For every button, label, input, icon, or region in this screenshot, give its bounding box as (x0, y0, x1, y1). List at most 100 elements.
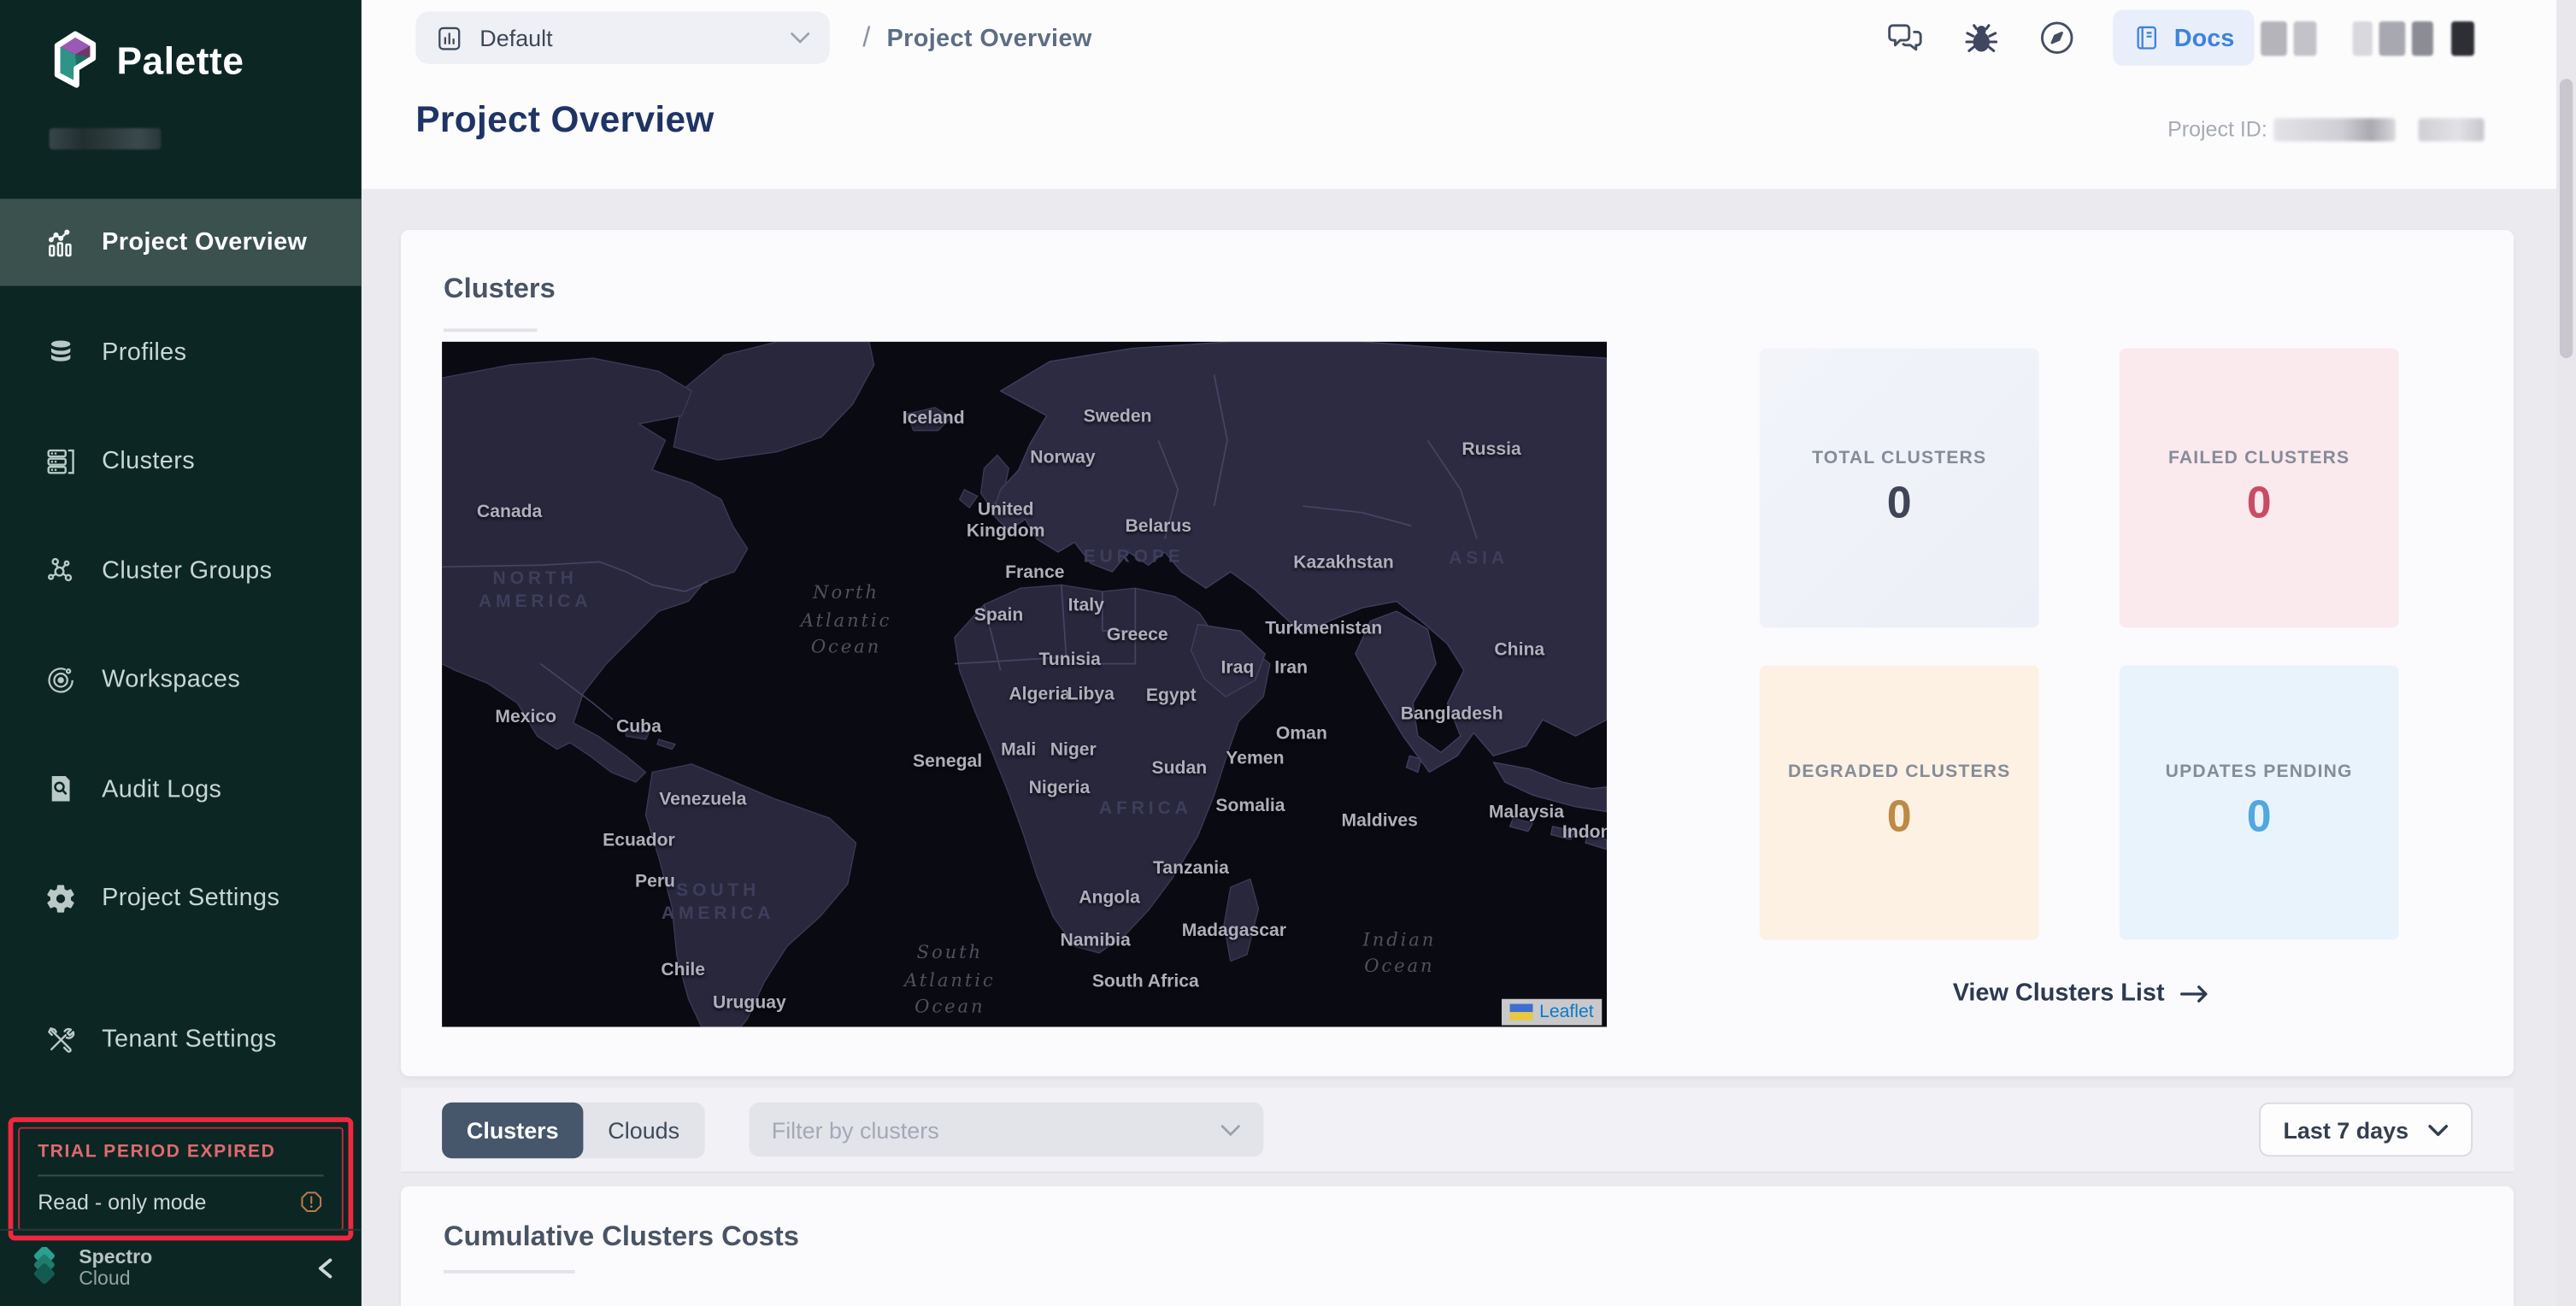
map-label-united-kingdom: UnitedKingdom (967, 501, 1045, 543)
divider (38, 1174, 323, 1176)
map-label-mexico: Mexico (495, 708, 556, 728)
map-label-russia: Russia (1461, 439, 1520, 460)
costs-card-title: Cumulative Clusters Costs (444, 1221, 799, 1253)
project-id: Project ID: (2167, 116, 2484, 141)
breadcrumb: Project Overview (887, 24, 1092, 52)
map-label-iran: Iran (1274, 658, 1308, 679)
view-clusters-list-label: View Clusters List (1953, 980, 2165, 1008)
sidebar-item-label: Profiles (102, 338, 186, 366)
map-label-china: China (1494, 640, 1544, 661)
layers-stack-icon (44, 335, 77, 368)
leaflet-attribution[interactable]: Leaflet (1502, 999, 1602, 1026)
palette-logo[interactable]: Palette (0, 0, 362, 95)
map-label-belarus: Belarus (1125, 517, 1191, 538)
stat-label: FAILED CLUSTERS (2168, 448, 2350, 468)
sidebar-item-project-settings[interactable]: Project Settings (0, 855, 362, 942)
sidebar: Palette Project Overview Profiles Clusters… (0, 0, 362, 1306)
filter-by-clusters-dropdown[interactable]: Filter by clusters (749, 1103, 1263, 1156)
map-label-namibia: Namibia (1061, 931, 1131, 951)
scrollbar-thumb[interactable] (2560, 79, 2573, 358)
sidebar-item-cluster-groups[interactable]: Cluster Groups (0, 527, 362, 614)
chat-feedback-button[interactable] (1886, 18, 1926, 57)
arrow-right-icon (2179, 983, 2211, 1003)
sidebar-item-project-overview[interactable]: Project Overview (0, 199, 362, 286)
docs-button-label: Docs (2174, 24, 2235, 52)
title-underline (444, 1270, 575, 1274)
map-label-bangladesh: Bangladesh (1401, 704, 1503, 725)
project-selector-value: Default (479, 25, 552, 51)
read-only-mode-label: Read - only mode (38, 1190, 206, 1215)
map-label-madagascar: Madagascar (1182, 921, 1286, 942)
stat-value: 0 (1887, 792, 1912, 844)
map-label-peru: Peru (635, 872, 675, 892)
chart-box-icon (435, 24, 463, 52)
map-label-kazakhstan: Kazakhstan (1293, 553, 1394, 574)
map-ocean-label-south-atlantic-ocean: SouthAtlanticOcean (904, 940, 996, 1021)
date-range-dropdown[interactable]: Last 7 days (2259, 1103, 2473, 1156)
company-name-line1: Spectro (79, 1247, 152, 1268)
sidebar-item-label: Tenant Settings (102, 1026, 277, 1054)
tour-button[interactable] (2038, 18, 2077, 57)
map-label-tanzania: Tanzania (1153, 859, 1229, 879)
crossed-tools-icon (44, 1023, 77, 1056)
sidebar-item-tenant-settings[interactable]: Tenant Settings (0, 996, 362, 1083)
docs-button[interactable]: Docs (2114, 10, 2255, 66)
sidebar-collapse-button[interactable] (315, 1257, 335, 1280)
map-label-sudan: Sudan (1152, 759, 1208, 779)
redacted-chip (2353, 21, 2373, 55)
scope-tabs: ClustersClouds (442, 1102, 704, 1157)
page-title: Project Overview (415, 98, 714, 141)
sidebar-item-workspaces[interactable]: Workspaces (0, 636, 362, 723)
map-label-ecuador: Ecuador (603, 831, 675, 851)
stat-value: 0 (2247, 792, 2272, 844)
user-avatar[interactable] (2451, 21, 2474, 55)
sidebar-item-audit-logs[interactable]: Audit Logs (0, 745, 362, 832)
cumulative-costs-card: Cumulative Clusters Costs (401, 1186, 2514, 1306)
sidebar-item-profiles[interactable]: Profiles (0, 308, 362, 395)
breadcrumb-separator: / (862, 21, 870, 54)
view-clusters-list-link[interactable]: View Clusters List (1760, 980, 2404, 1008)
map-label-somalia: Somalia (1215, 797, 1285, 817)
cluster-stats-grid: TOTAL CLUSTERS0FAILED CLUSTERS0DEGRADED … (1760, 349, 2404, 940)
trial-expired-title: TRIAL PERIOD EXPIRED (38, 1142, 323, 1162)
project-selector-dropdown[interactable]: Default (415, 11, 829, 64)
bug-icon (1962, 18, 2002, 57)
orbit-circles-icon (44, 663, 77, 696)
map-label-yemen: Yemen (1226, 749, 1284, 769)
bar-chart-trend-icon (44, 226, 77, 258)
server-stack-icon (44, 444, 77, 477)
chevron-left-icon (315, 1257, 335, 1280)
clusters-world-map[interactable]: IcelandSwedenNorwayRussiaCanadaUnitedKin… (442, 342, 1607, 1027)
chevron-down-icon (2428, 1123, 2448, 1136)
stat-value: 0 (2247, 477, 2272, 528)
map-ocean-label-indian-ocean: IndianOcean (1363, 927, 1437, 981)
report-bug-button[interactable] (1962, 18, 2002, 57)
redacted-chip (2412, 21, 2433, 55)
map-label-maldives: Maldives (1342, 811, 1418, 832)
filter-bar: ClustersClouds Filter by clusters Last 7… (401, 1088, 2514, 1174)
trial-expired-banner[interactable]: TRIAL PERIOD EXPIRED Read - only mode (18, 1127, 344, 1231)
redacted-chip (2379, 21, 2405, 55)
stat-card-failed-clusters: FAILED CLUSTERS 0 (2120, 349, 2399, 628)
map-label-algeria: Algeria (1009, 685, 1070, 705)
map-labels: IcelandSwedenNorwayRussiaCanadaUnitedKin… (442, 342, 1607, 1027)
sidebar-footer: Spectro Cloud (0, 1229, 362, 1306)
tab-clouds[interactable]: Clouds (583, 1102, 703, 1157)
map-region-label-asia: ASIA (1449, 549, 1509, 571)
page-scrollbar[interactable] (2556, 0, 2576, 1306)
stat-value: 0 (1887, 477, 1912, 528)
trial-expired-annotation: TRIAL PERIOD EXPIRED Read - only mode (9, 1117, 354, 1240)
ukraine-flag-icon (1510, 1004, 1533, 1021)
gear-icon (44, 881, 77, 914)
tab-clusters[interactable]: Clusters (442, 1102, 583, 1157)
stat-label: UPDATES PENDING (2166, 762, 2353, 782)
sidebar-item-label: Project Overview (102, 228, 307, 256)
sidebar-item-label: Clusters (102, 447, 195, 475)
map-region-label-europe: EUROPE (1084, 548, 1185, 570)
map-label-sweden: Sweden (1084, 407, 1152, 427)
map-ocean-label-north-atlantic-ocean: NorthAtlanticOcean (801, 580, 892, 662)
version-redacted (50, 128, 162, 150)
compass-icon (2038, 18, 2077, 57)
topbar-actions: Docs (1850, 10, 2474, 66)
sidebar-item-clusters[interactable]: Clusters (0, 417, 362, 504)
